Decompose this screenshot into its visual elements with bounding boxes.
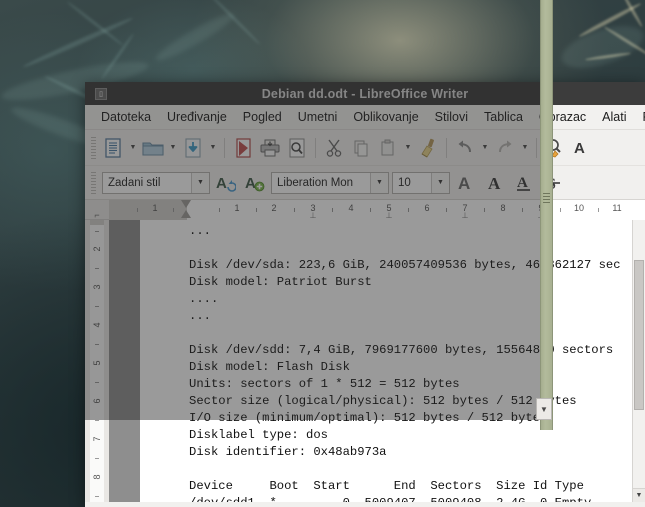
scrollbar-thumb[interactable] (634, 260, 644, 410)
vruler-tick-label: 7 (92, 436, 102, 442)
paragraph-style-value: Zadani stil (108, 176, 161, 189)
redo-dropdown-icon[interactable]: ▼ (519, 135, 531, 161)
scroll-down-icon[interactable]: ▼ (633, 488, 645, 502)
ruler-tick-label: 2 (271, 203, 277, 213)
overlay-strip-grip-icon[interactable] (543, 193, 550, 205)
ruler-tick-label: 6 (424, 203, 430, 213)
libreoffice-writer-window: ▯ Debian dd.odt - LibreOffice Writer Dat… (85, 82, 645, 507)
first-line-indent-marker[interactable] (181, 200, 191, 208)
menu-oblikovanje[interactable]: Oblikovanje (345, 107, 426, 127)
paste-dropdown-icon[interactable]: ▼ (402, 135, 414, 161)
undo-icon[interactable] (452, 135, 478, 161)
new-style-icon[interactable]: A (242, 170, 268, 196)
ruler-tick-label: 10 (573, 203, 585, 213)
paste-icon[interactable] (375, 135, 401, 161)
tab-stop-marker[interactable]: ⊥ (310, 211, 317, 220)
open-folder-icon[interactable] (140, 135, 166, 161)
font-size-combo[interactable]: 10 ▼ (392, 171, 450, 194)
open-folder-dropdown-icon[interactable]: ▼ (167, 135, 179, 161)
toolbar-separator (315, 137, 316, 158)
horizontal-ruler[interactable]: 1 1 2 3 4 5 6 7 8 9 10 11 ⊥ (109, 200, 645, 220)
menu-umetni[interactable]: Umetni (290, 107, 346, 127)
vruler-tick-label: 5 (92, 360, 102, 366)
window-titlebar[interactable]: ▯ Debian dd.odt - LibreOffice Writer (85, 82, 645, 105)
ruler-tick-label: 4 (348, 203, 354, 213)
vertical-scrollbar[interactable]: ▼ (632, 220, 645, 502)
vruler-tick-label: 6 (92, 398, 102, 404)
vruler-tick-label: 4 (92, 322, 102, 328)
chevron-down-icon[interactable]: ▼ (431, 172, 449, 193)
menu-uredivanje[interactable]: Uređivanje (159, 107, 235, 127)
cut-icon[interactable] (321, 135, 347, 161)
document-canvas[interactable]: ... Disk /dev/sda: 223,6 GiB, 2400574095… (109, 220, 645, 502)
standard-toolbar: ▼ ▼ ▼ ▼ ▼ ▼ A (85, 130, 645, 166)
ruler-row: ⌐ 1 1 2 3 4 5 6 7 8 9 10 (85, 200, 645, 220)
copy-icon[interactable] (348, 135, 374, 161)
left-indent-marker[interactable] (181, 210, 191, 218)
svg-text:A: A (245, 175, 256, 192)
svg-text:A: A (517, 175, 528, 191)
save-dropdown-icon[interactable]: ▼ (207, 135, 219, 161)
svg-text:A: A (216, 175, 227, 192)
toolbar-separator (446, 137, 447, 158)
menubar: Datoteka Uređivanje Pogled Umetni Obliko… (85, 105, 645, 130)
document-text[interactable]: ... Disk /dev/sda: 223,6 GiB, 2400574095… (189, 223, 621, 502)
clone-formatting-icon[interactable] (415, 135, 441, 161)
bold-icon[interactable]: A (482, 170, 508, 196)
floating-scroll-down-button[interactable]: ▼ (536, 398, 552, 420)
tab-stop-marker[interactable]: ⊥ (462, 211, 469, 220)
update-style-icon[interactable]: A (213, 170, 239, 196)
wallpaper-wisp (152, 8, 238, 66)
toolbar-separator (536, 137, 537, 158)
underline-icon[interactable]: A (511, 170, 537, 196)
ruler-tick-label: 1 (234, 203, 240, 213)
window-title: Debian dd.odt - LibreOffice Writer (261, 86, 469, 101)
chevron-down-icon[interactable]: ▼ (370, 172, 388, 193)
formatting-toolbar: Zadani stil ▼ A A Liberation Mon ▼ 10 ▼ (85, 166, 645, 200)
font-size-value: 10 (398, 176, 411, 189)
document-body: 2 3 4 5 6 7 8 ... Disk /dev/sda: 223,6 G… (85, 220, 645, 502)
vruler-tick-label: 8 (92, 474, 102, 480)
menu-alati[interactable]: Alati (594, 107, 634, 127)
svg-text:A: A (574, 140, 585, 157)
vruler-tick-label: 3 (92, 284, 102, 290)
ruler-tick-label: 11 (612, 203, 622, 213)
svg-text:A: A (458, 174, 470, 193)
ruler-left-margin (109, 200, 187, 220)
chevron-down-icon[interactable]: ▼ (191, 172, 209, 193)
print-icon[interactable] (257, 135, 283, 161)
increase-font-icon[interactable]: A (453, 170, 479, 196)
menu-pogled[interactable]: Pogled (235, 107, 290, 127)
save-icon[interactable] (180, 135, 206, 161)
export-pdf-icon[interactable] (230, 135, 256, 161)
toolbar-separator (224, 137, 225, 158)
spelling-icon[interactable]: A (569, 135, 595, 161)
menu-stilovi[interactable]: Stilovi (427, 107, 476, 127)
menu-datoteka[interactable]: Datoteka (93, 107, 159, 127)
ruler-tick-label: 8 (500, 203, 506, 213)
new-document-dropdown-icon[interactable]: ▼ (127, 135, 139, 161)
svg-text:A: A (488, 174, 501, 193)
overlay-edge-strip (540, 0, 553, 430)
menu-tablica[interactable]: Tablica (476, 107, 531, 127)
font-name-combo[interactable]: Liberation Mon ▼ (271, 171, 389, 194)
print-preview-icon[interactable] (284, 135, 310, 161)
tab-stop-marker[interactable]: ⊥ (386, 211, 393, 220)
vertical-ruler[interactable]: 2 3 4 5 6 7 8 (85, 220, 109, 502)
vruler-tick-label: 2 (92, 246, 102, 252)
undo-dropdown-icon[interactable]: ▼ (479, 135, 491, 161)
toolbar-grip[interactable] (91, 136, 96, 159)
ruler-corner-icon[interactable]: ⌐ (85, 200, 109, 220)
menu-prozor[interactable]: Prozor (635, 107, 645, 127)
document-page[interactable]: ... Disk /dev/sda: 223,6 GiB, 2400574095… (140, 220, 632, 502)
redo-icon[interactable] (492, 135, 518, 161)
ruler-tick-label: 1 (152, 203, 158, 213)
toolbar-grip[interactable] (91, 171, 96, 194)
new-document-icon[interactable] (100, 135, 126, 161)
font-name-value: Liberation Mon (277, 176, 354, 189)
paragraph-style-combo[interactable]: Zadani stil ▼ (102, 171, 210, 194)
